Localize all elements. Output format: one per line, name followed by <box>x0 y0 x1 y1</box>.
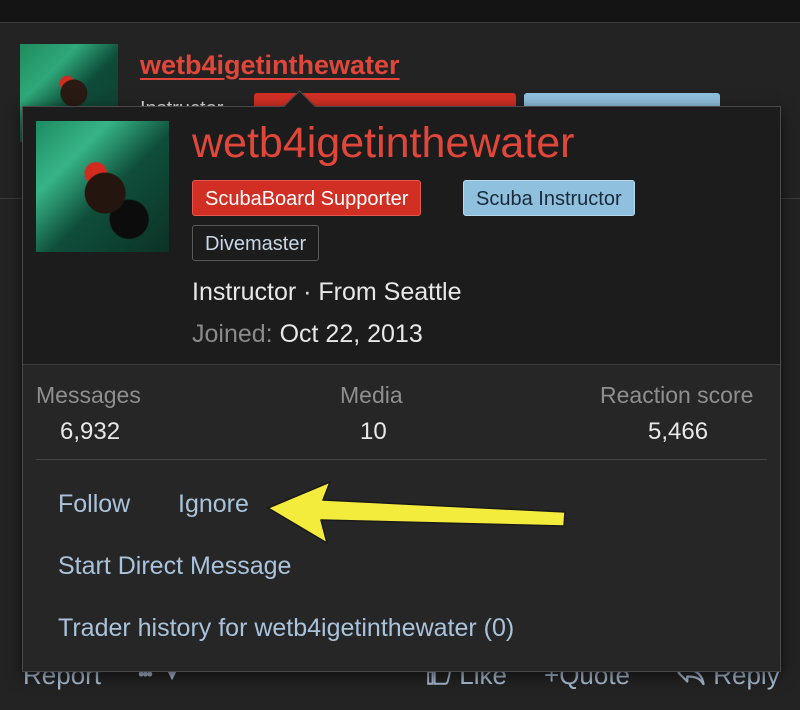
start-direct-message-link[interactable]: Start Direct Message <box>58 552 291 581</box>
stat-messages-label: Messages <box>36 382 141 408</box>
badge-scuba-instructor: Scuba Instructor <box>463 180 635 216</box>
member-joined: Joined: Oct 22, 2013 <box>192 320 423 349</box>
stat-reaction-score-label: Reaction score <box>600 382 754 408</box>
stat-reaction-score-value[interactable]: 5,466 <box>648 418 708 446</box>
follow-link[interactable]: Follow <box>58 490 130 519</box>
ignore-link[interactable]: Ignore <box>178 490 249 519</box>
stat-media-value[interactable]: 10 <box>360 418 387 446</box>
badge-scubaboard-supporter: ScubaBoard Supporter <box>192 180 422 216</box>
badge-divemaster: Divemaster <box>192 225 320 261</box>
joined-date: Oct 22, 2013 <box>279 320 423 348</box>
stats-divider <box>36 459 767 460</box>
member-tooltip: wetb4igetinthewater ScubaBoard Supporter… <box>22 90 781 672</box>
trader-history-link[interactable]: Trader history for wetb4igetinthewater (… <box>58 614 514 643</box>
member-username[interactable]: wetb4igetinthewater <box>192 119 574 168</box>
member-blurb: Instructor · From Seattle <box>192 278 462 306</box>
member-avatar[interactable] <box>36 121 169 252</box>
stat-messages-value[interactable]: 6,932 <box>60 418 120 446</box>
member-tooltip-header: wetb4igetinthewater ScubaBoard Supporter… <box>23 90 780 365</box>
top-bar <box>0 0 800 23</box>
stat-media-label: Media <box>340 382 403 408</box>
post-username-link[interactable]: wetb4igetinthewater <box>140 50 400 81</box>
joined-label: Joined: <box>192 320 273 348</box>
